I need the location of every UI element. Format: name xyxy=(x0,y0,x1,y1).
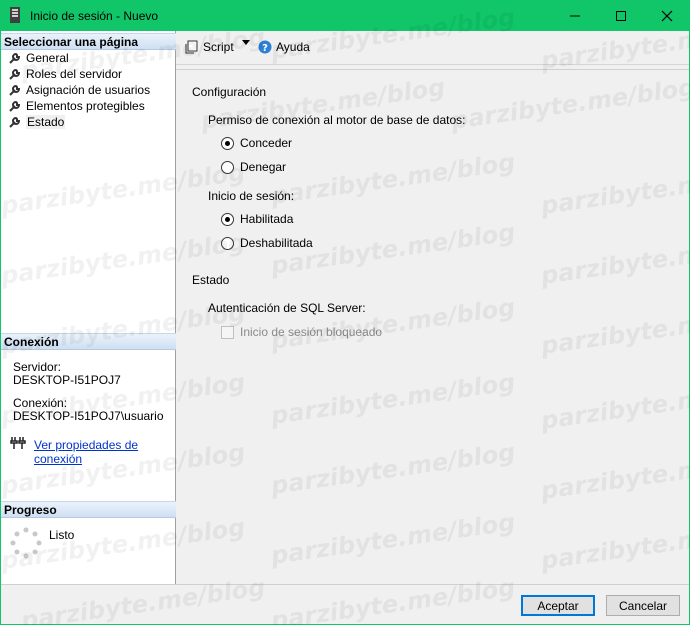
close-icon xyxy=(661,10,673,22)
app-icon xyxy=(10,7,20,23)
enabled-label: Habilitada xyxy=(240,212,294,226)
login-locked-checkbox[interactable]: Inicio de sesión bloqueado xyxy=(221,325,382,339)
title-bar: Inicio de sesión - Nuevo xyxy=(0,0,690,31)
help-button[interactable]: ? Ayuda xyxy=(258,40,310,54)
status-page-content: Configuración Permiso de conexión al mot… xyxy=(176,69,689,584)
script-dropdown[interactable] xyxy=(242,40,254,46)
dialog-footer: Aceptar Cancelar xyxy=(1,584,689,624)
progress-header: Progreso xyxy=(1,501,176,518)
server-value: DESKTOP-I51POJ7 xyxy=(13,373,121,387)
close-button[interactable] xyxy=(644,0,690,31)
wrench-icon xyxy=(9,116,21,128)
wrench-icon xyxy=(9,52,21,64)
script-label: Script xyxy=(203,40,234,54)
page-item-securables[interactable]: Elementos protegibles xyxy=(8,98,145,114)
ok-button[interactable]: Aceptar xyxy=(521,595,595,616)
toolbar: Script ? Ayuda xyxy=(176,31,689,65)
help-label: Ayuda xyxy=(276,40,310,54)
page-item-roles[interactable]: Roles del servidor xyxy=(8,66,122,82)
script-icon xyxy=(185,40,198,54)
deny-radio[interactable]: Denegar xyxy=(221,160,286,174)
login-locked-label: Inicio de sesión bloqueado xyxy=(240,325,383,339)
minimize-icon xyxy=(570,15,580,17)
radio-selected-icon xyxy=(221,136,234,150)
page-item-general[interactable]: General xyxy=(8,50,69,66)
cancel-button[interactable]: Cancelar xyxy=(606,595,680,616)
connection-value: DESKTOP-I51POJ7\usuario xyxy=(13,409,164,423)
chevron-down-icon xyxy=(242,40,250,45)
window-title: Inicio de sesión - Nuevo xyxy=(30,9,159,23)
page-item-label: Asignación de usuarios xyxy=(26,83,151,97)
page-item-label: General xyxy=(26,51,69,65)
connection-label: Conexión: xyxy=(13,396,68,410)
radio-unselected-icon xyxy=(221,160,234,174)
wrench-icon xyxy=(9,100,21,112)
page-item-label: Roles del servidor xyxy=(26,67,123,81)
maximize-icon xyxy=(616,11,626,21)
maximize-button[interactable] xyxy=(598,0,644,31)
page-item-label: Estado xyxy=(26,115,66,129)
permission-label: Permiso de conexión al motor de base de … xyxy=(208,113,466,127)
progress-status: Listo xyxy=(49,528,75,542)
server-label: Servidor: xyxy=(13,360,62,374)
wrench-icon xyxy=(9,68,21,80)
login-label: Inicio de sesión: xyxy=(208,189,295,203)
main-panel: Script ? Ayuda Configuración Permiso de … xyxy=(176,31,689,584)
status-title: Estado xyxy=(192,273,230,287)
sql-auth-label: Autenticación de SQL Server: xyxy=(208,301,366,315)
page-item-user-mapping[interactable]: Asignación de usuarios xyxy=(8,82,150,98)
wrench-icon xyxy=(9,84,21,96)
checkbox-unchecked-icon xyxy=(221,325,234,339)
minimize-button[interactable] xyxy=(552,0,598,31)
page-item-status[interactable]: Estado xyxy=(8,114,66,130)
help-icon: ? xyxy=(258,40,272,54)
page-item-label: Elementos protegibles xyxy=(26,99,145,113)
script-button[interactable]: Script xyxy=(185,40,234,54)
connection-header: Conexión xyxy=(1,333,176,350)
disabled-radio[interactable]: Deshabilitada xyxy=(221,236,313,250)
svg-text:?: ? xyxy=(262,43,268,54)
enabled-radio[interactable]: Habilitada xyxy=(221,212,293,226)
grant-label: Conceder xyxy=(240,136,293,150)
select-page-header: Seleccionar una página xyxy=(1,33,176,50)
radio-unselected-icon xyxy=(221,236,234,250)
connection-properties-link[interactable]: Ver propiedades de conexión xyxy=(34,438,175,466)
grant-radio[interactable]: Conceder xyxy=(221,136,292,150)
radio-selected-icon xyxy=(221,212,234,226)
left-panel: Seleccionar una página General Roles del… xyxy=(1,31,176,584)
deny-label: Denegar xyxy=(240,160,287,174)
disabled-label: Deshabilitada xyxy=(240,236,313,250)
configuration-title: Configuración xyxy=(192,85,267,99)
progress-spinner-icon xyxy=(10,527,42,559)
plug-icon xyxy=(10,437,26,449)
